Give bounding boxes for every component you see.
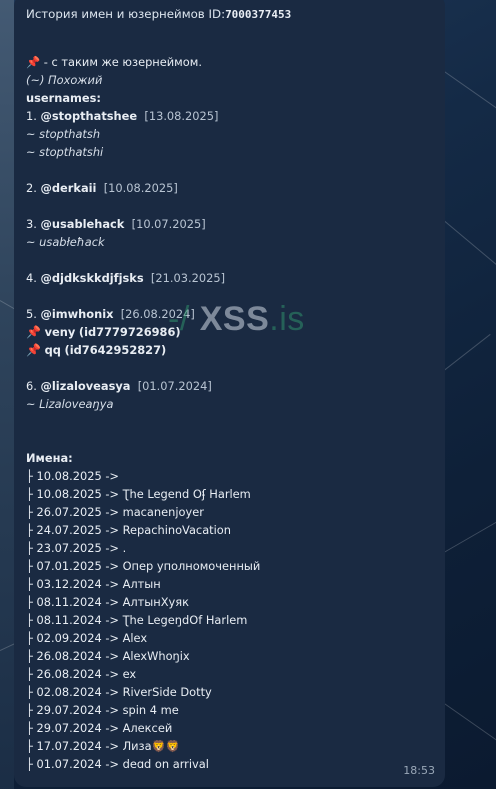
username-number: 5. <box>26 307 37 321</box>
similar-username: ~ stopthatsh <box>26 127 101 141</box>
legend-similar: (~) Похожий <box>26 73 103 87</box>
username-entry: 3. @usablehack [10.07.2025] <box>26 215 437 233</box>
watermark-slash: -/ <box>168 300 200 338</box>
message-text: История имен и юзернеймов ID:7000377453 … <box>26 5 437 773</box>
username-handle[interactable]: @djdkskkdjfjsks <box>41 271 144 285</box>
name-history-entry: ├ 23.07.2025 -> . <box>26 541 127 555</box>
name-history-entry: ├ 02.09.2024 -> Alex <box>26 631 148 645</box>
username-entry: 1. @stopthatshee [13.08.2025] <box>26 107 437 125</box>
watermark-logo: -/ XSS.is <box>168 300 305 339</box>
username-number: 2. <box>26 181 37 195</box>
name-history-entry: ├ 24.07.2025 -> RepachinoVacation <box>26 523 231 537</box>
names-list: ├ 10.08.2025 -> ├ 10.08.2025 -> Ʈhe Legen… <box>26 467 437 773</box>
username-date: [10.08.2025] <box>103 181 178 195</box>
username-number: 6. <box>26 379 37 393</box>
username-number: 1. <box>26 109 37 123</box>
username-handle[interactable]: @derkaii <box>41 181 97 195</box>
message-time: 18:53 <box>403 764 435 777</box>
name-history-entry: ├ 26.08.2024 -> AlexWhoŋix <box>26 649 190 663</box>
username-number: 4. <box>26 271 37 285</box>
username-date: [21.03.2025] <box>150 271 226 285</box>
name-history-entry: ├ 29.07.2024 -> spin 4 me <box>26 703 179 717</box>
watermark-brand: XSS <box>199 300 270 338</box>
username-handle[interactable]: @lizaloveasya <box>41 379 131 393</box>
username-handle[interactable]: @stopthatshee <box>41 109 138 123</box>
legend-same-username: 📌 - с таким же юзернеймом. <box>26 55 202 69</box>
names-header: Имена: <box>26 451 73 465</box>
name-history-entry: ├ 26.07.2025 -> macanenjoyer <box>26 505 204 519</box>
username-date: [01.07.2024] <box>137 379 212 393</box>
username-handle[interactable]: @imwhonix <box>41 307 114 321</box>
name-history-entry: ├ 29.07.2024 -> Алексей <box>26 721 173 735</box>
username-number: 3. <box>26 217 37 231</box>
watermark-tld: is <box>279 300 305 338</box>
username-date: [10.07.2025] <box>131 217 206 231</box>
pinned-user-id: (id7642952827) <box>64 343 167 357</box>
username-handle[interactable]: @usablehack <box>41 217 125 231</box>
wallpaper-streak <box>439 700 496 747</box>
username-entry: 2. @derkaii [10.08.2025] <box>26 179 437 197</box>
name-history-entry: ├ 08.11.2024 -> Ʈhe LegeŋdOf Harlem <box>26 613 248 627</box>
name-history-entry: ├ 02.08.2024 -> RiverSide Dotty <box>26 685 212 699</box>
similar-username: ~ stopthatshi <box>26 145 104 159</box>
pinned-user-name: qq <box>44 343 61 357</box>
pinned-user-name: veny <box>44 325 76 339</box>
same-username-user: 📌 qq (id7642952827) <box>26 341 437 359</box>
name-history-entry: ├ 07.01.2025 -> Опер уполномоченный <box>26 559 261 573</box>
username-entry: 4. @djdkskkdjfjsks [21.03.2025] <box>26 269 437 287</box>
username-entry: 6. @lizaloveasya [01.07.2024] <box>26 377 437 395</box>
watermark-dot: . <box>269 300 280 338</box>
similar-username: ~ usabłeħack <box>26 235 105 249</box>
message-title: История имен и юзернеймов <box>26 7 205 21</box>
name-history-entry: ├ 08.11.2024 -> АлтынХуяк <box>26 595 190 609</box>
username-date: [13.08.2025] <box>144 109 219 123</box>
similar-username: ~ Lizaloveaŋya <box>26 397 114 411</box>
usernames-header: usernames: <box>26 91 101 105</box>
name-history-entry: ├ 03.12.2024 -> Алтын <box>26 577 161 591</box>
id-label: ID: <box>208 7 226 21</box>
name-history-entry: ├ 26.08.2024 -> ex <box>26 667 137 681</box>
background-left-strip <box>0 0 14 789</box>
pinned-user-id: (id7779726986) <box>78 325 181 339</box>
name-history-entry: ├ 17.07.2024 -> Лиза🦁🦁 <box>26 739 180 753</box>
pin-icon: 📌 <box>26 343 41 357</box>
name-history-entry: ├ 10.08.2025 -> Ʈhe Legend Oʄ Harlem <box>26 487 251 501</box>
user-id-value: 7000377453 <box>225 8 292 21</box>
message-title-line: История имен и юзернеймов ID:7000377453 <box>26 5 437 23</box>
message-bubble[interactable]: История имен и юзернеймов ID:7000377453 … <box>14 0 445 787</box>
name-history-entry: ├ 10.08.2025 -> <box>26 469 119 483</box>
pin-icon: 📌 <box>26 325 41 339</box>
name-history-entry: ├ 01.07.2024 -> deɑd on arrival <box>26 757 209 771</box>
usernames-list: 1. @stopthatshee [13.08.2025] ~ stopthats… <box>26 107 437 413</box>
